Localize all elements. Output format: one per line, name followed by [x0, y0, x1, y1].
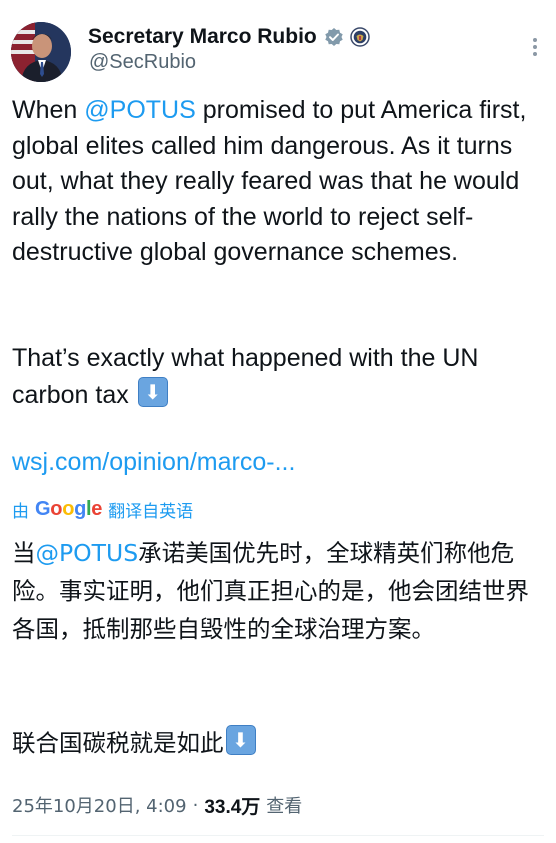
translated-paragraph-2: 联合国碳税就是如此	[12, 724, 548, 762]
author-name[interactable]: Secretary Marco Rubio	[88, 25, 317, 49]
translated-text-carbon-tax: 联合国碳税就是如此	[12, 729, 224, 757]
tweet-timestamp[interactable]: 25年10月20日, 4:09	[12, 792, 187, 818]
translated-paragraph-1: 当@POTUS承诺美国优先时，全球精英们称他危险。事实证明，他们真正担心的是，他…	[12, 534, 548, 648]
tweet-paragraph-2: That’s exactly what happened with the UN…	[12, 341, 548, 413]
translation-attribution[interactable]: 由 Google 翻译自英语	[12, 497, 194, 522]
avatar[interactable]	[11, 22, 71, 82]
tweet-meta: 25年10月20日, 4:09 · 33.4万 查看	[12, 790, 302, 820]
meta-separator: ·	[192, 794, 199, 816]
verified-badge-icon	[324, 27, 344, 47]
author-handle[interactable]: @SecRubio	[89, 51, 196, 74]
views-count: 33.4万	[204, 796, 261, 818]
divider	[12, 835, 544, 836]
translate-from-english-label: 翻译自英语	[108, 501, 194, 522]
tweet-header: Secretary Marco Rubio @SecRubio	[0, 0, 556, 90]
translated-by-label: 由	[12, 501, 29, 522]
tweet-text-carbon-tax: That’s exactly what happened with the UN…	[12, 344, 479, 409]
author-name-row: Secretary Marco Rubio	[88, 24, 370, 50]
translated-text-prefix: 当	[12, 539, 36, 567]
google-logo: Google	[35, 497, 103, 520]
state-department-seal-icon	[350, 27, 370, 47]
down-arrow-emoji-icon	[137, 376, 168, 407]
tweet-text-prefix: When	[12, 96, 85, 124]
more-options-icon[interactable]	[524, 36, 546, 58]
down-arrow-emoji-icon	[225, 725, 256, 755]
mention-potus-link[interactable]: @POTUS	[84, 96, 196, 124]
views-label: 查看	[266, 796, 303, 817]
translated-mention-potus-link[interactable]: @POTUS	[36, 539, 139, 567]
article-link[interactable]: wsj.com/opinion/marco-...	[12, 448, 295, 477]
tweet-paragraph-1: When @POTUS promised to put America firs…	[12, 93, 548, 271]
